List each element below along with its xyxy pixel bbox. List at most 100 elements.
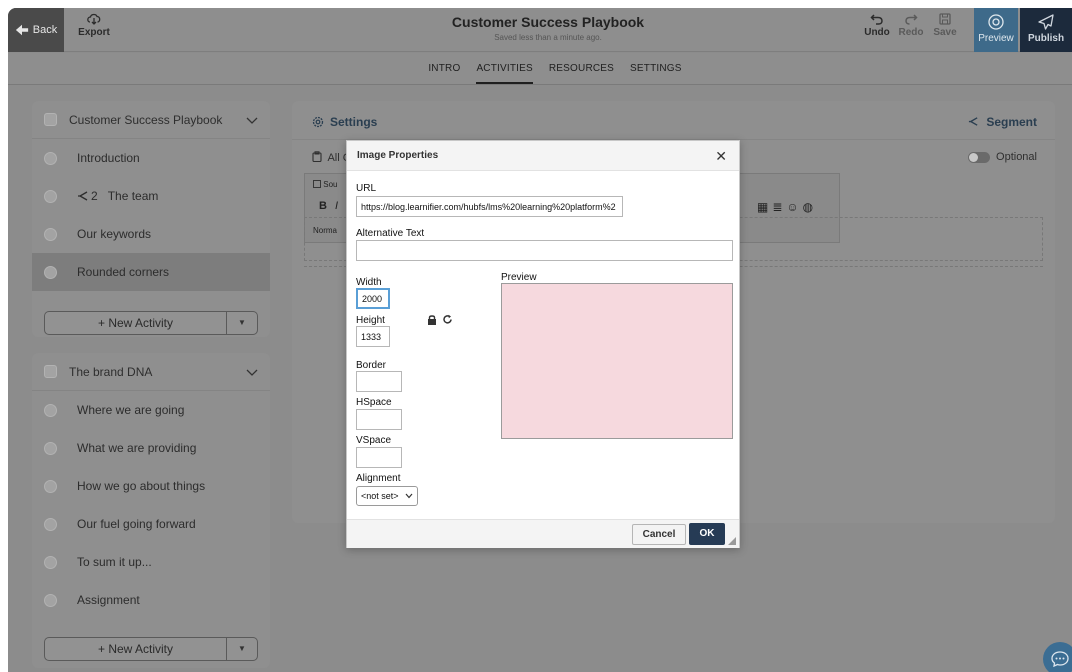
chapter-panel-1: Customer Success Playbook Introduction 2…	[32, 101, 270, 337]
border-input[interactable]	[356, 371, 402, 392]
redo-button[interactable]: Redo	[894, 12, 928, 38]
border-label: Border	[356, 360, 387, 371]
chevron-down-icon[interactable]	[246, 366, 258, 378]
publish-label: Publish	[1027, 33, 1065, 44]
activity-status-icon	[44, 151, 57, 165]
close-icon[interactable]: ✕	[715, 148, 727, 165]
branch-icon	[968, 117, 978, 126]
list-item[interactable]: 2 The team	[32, 177, 270, 215]
image-properties-dialog: Image Properties ✕ URL Alternative Text …	[346, 140, 740, 548]
preview-label: Preview	[978, 33, 1014, 44]
publish-button[interactable]: Publish	[1020, 8, 1072, 52]
clipboard-icon	[312, 151, 322, 163]
segment-link[interactable]: Segment	[968, 115, 1037, 129]
list-item[interactable]: Where we are going	[32, 391, 270, 429]
settings-link[interactable]: Settings	[312, 115, 377, 129]
chapter-header[interactable]: The brand DNA	[32, 353, 270, 391]
list-item[interactable]: Assignment	[32, 581, 270, 619]
chapter-status-icon	[44, 113, 57, 126]
undo-icon	[870, 14, 883, 25]
emoji-icon[interactable]: ☺	[786, 200, 802, 214]
alignment-select[interactable]: <not set>	[356, 486, 418, 506]
resize-grip-icon[interactable]	[728, 537, 736, 545]
caret-down-icon[interactable]: ▼	[227, 638, 257, 660]
preview-label: Preview	[501, 272, 537, 283]
tab-activities[interactable]: ACTIVITIES	[476, 53, 533, 84]
new-activity-label[interactable]: + New Activity	[45, 312, 227, 334]
activity-label: Our fuel going forward	[77, 517, 196, 531]
source-button[interactable]: Sou	[313, 180, 337, 189]
alt-text-input[interactable]	[356, 240, 733, 261]
lock-icon[interactable]	[427, 314, 437, 325]
refresh-icon[interactable]	[442, 314, 453, 325]
source-icon	[313, 180, 321, 188]
cancel-button[interactable]: Cancel	[632, 524, 686, 545]
back-label: Back	[32, 24, 58, 36]
editor-extra-tools[interactable]: ▦≣☺◍	[757, 200, 817, 214]
chevron-down-icon[interactable]	[246, 114, 258, 126]
url-label: URL	[356, 183, 377, 194]
list-item[interactable]: Our fuel going forward	[32, 505, 270, 543]
chat-button[interactable]	[1043, 642, 1072, 672]
undo-button[interactable]: Undo	[860, 12, 894, 38]
paper-plane-icon	[1038, 14, 1054, 30]
chapter-header[interactable]: Customer Success Playbook	[32, 101, 270, 139]
floppy-disk-icon	[939, 13, 951, 25]
list-item[interactable]: Our keywords	[32, 215, 270, 253]
optional-toggle-row[interactable]: Optional	[968, 151, 1037, 163]
back-button[interactable]: Back	[8, 8, 64, 52]
optional-toggle[interactable]	[968, 151, 991, 163]
hspace-label: HSpace	[356, 397, 392, 408]
chapter-title: The brand DNA	[69, 364, 153, 379]
export-button[interactable]: Export	[74, 12, 114, 48]
width-input[interactable]	[356, 288, 390, 309]
save-button[interactable]: Save	[928, 12, 962, 38]
list-item[interactable]: What we are providing	[32, 429, 270, 467]
activity-label: Rounded corners	[77, 265, 170, 279]
image-preview	[501, 283, 733, 439]
globe-icon[interactable]: ◍	[803, 200, 817, 214]
new-activity-button[interactable]: + New Activity ▼	[44, 311, 258, 335]
hspace-input[interactable]	[356, 409, 402, 430]
width-label: Width	[356, 277, 382, 288]
list-item[interactable]: How we go about things	[32, 467, 270, 505]
activity-label: Introduction	[77, 151, 140, 165]
list-item[interactable]: To sum it up...	[32, 543, 270, 581]
branch-icon	[78, 191, 88, 201]
list-item-selected[interactable]: Rounded corners	[32, 253, 270, 291]
activity-label: How we go about things	[77, 479, 206, 493]
table-icon[interactable]: ▦	[757, 200, 772, 214]
preview-button[interactable]: Preview	[974, 8, 1018, 52]
caret-down-icon[interactable]: ▼	[227, 312, 257, 334]
redo-icon	[905, 14, 918, 25]
top-bar: Back Export Customer Success Playbook Sa…	[8, 8, 1072, 52]
activity-status-icon	[44, 227, 57, 241]
chapter-title: Customer Success Playbook	[69, 112, 223, 127]
bold-button[interactable]: B	[319, 200, 327, 212]
tab-resources[interactable]: RESOURCES	[549, 53, 614, 84]
activity-label: Assignment	[77, 593, 140, 607]
list-item[interactable]: Introduction	[32, 139, 270, 177]
activity-label: To sum it up...	[77, 555, 152, 569]
dialog-header: Image Properties ✕	[347, 141, 739, 171]
align-icon[interactable]: ≣	[772, 200, 786, 214]
title-block: Customer Success Playbook Saved less tha…	[388, 14, 708, 42]
activity-status-icon	[44, 189, 57, 203]
url-input[interactable]	[356, 196, 623, 217]
activity-status-icon	[44, 479, 57, 493]
italic-button[interactable]: I	[335, 200, 338, 212]
dialog-footer: Cancel OK	[347, 519, 739, 548]
tab-intro[interactable]: INTRO	[428, 53, 460, 84]
new-activity-label[interactable]: + New Activity	[45, 638, 227, 660]
tab-settings[interactable]: SETTINGS	[630, 53, 682, 84]
redo-label: Redo	[898, 27, 924, 38]
gear-icon	[312, 116, 324, 128]
vspace-label: VSpace	[356, 435, 392, 446]
height-input[interactable]	[356, 326, 390, 347]
activity-status-icon	[44, 517, 57, 531]
activity-label: What we are providing	[77, 441, 197, 455]
vspace-input[interactable]	[356, 447, 402, 468]
new-activity-button[interactable]: + New Activity ▼	[44, 637, 258, 661]
ok-button[interactable]: OK	[689, 523, 725, 545]
activity-status-icon	[44, 441, 57, 455]
